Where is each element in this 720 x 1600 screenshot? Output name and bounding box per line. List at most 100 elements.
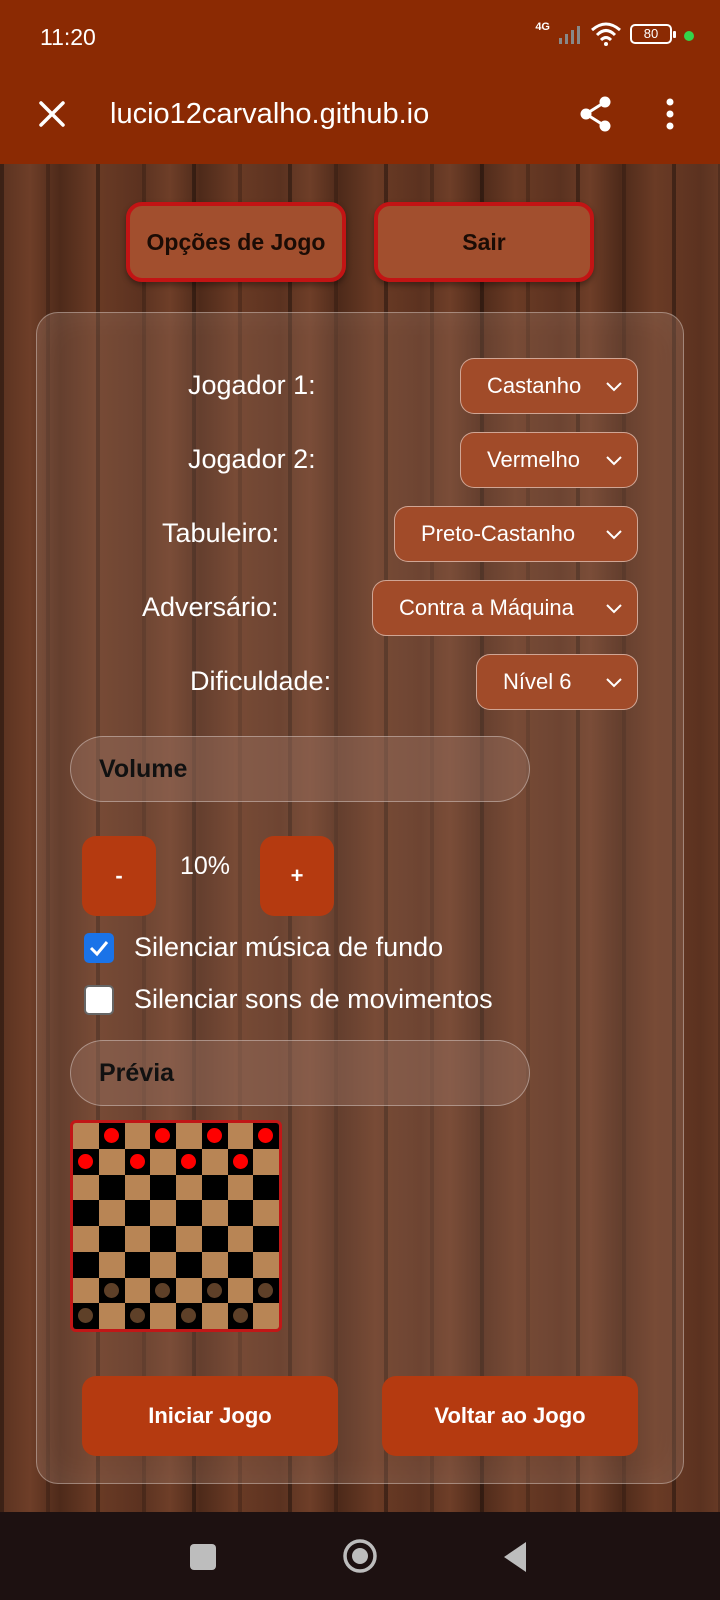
mute-music-checkbox[interactable] bbox=[84, 932, 114, 963]
board-square bbox=[124, 1303, 151, 1329]
opponent-value: Contra a Máquina bbox=[399, 595, 574, 620]
board-square bbox=[176, 1148, 202, 1175]
board-square bbox=[201, 1277, 228, 1304]
back-to-game-button[interactable]: Voltar ao Jogo bbox=[382, 1376, 638, 1456]
mute-music-label: Silenciar música de fundo bbox=[134, 932, 444, 962]
recents-icon[interactable] bbox=[190, 1544, 216, 1570]
brown-piece bbox=[155, 1282, 171, 1298]
board-square bbox=[124, 1251, 151, 1278]
board-square bbox=[98, 1200, 125, 1226]
board-square bbox=[201, 1174, 228, 1201]
status-bar: 11:20 4G 80 bbox=[0, 0, 720, 74]
checkmark-icon bbox=[89, 940, 109, 956]
opponent-select[interactable]: Contra a Máquina bbox=[372, 580, 638, 636]
share-icon[interactable] bbox=[574, 92, 618, 136]
board-square bbox=[150, 1200, 176, 1226]
volume-up-button[interactable]: + bbox=[260, 836, 334, 916]
red-piece bbox=[103, 1128, 119, 1143]
red-piece bbox=[78, 1153, 93, 1169]
difficulty-value: Nível 6 bbox=[503, 669, 572, 694]
board-square bbox=[253, 1200, 279, 1226]
player1-label: Jogador 1: bbox=[188, 370, 316, 400]
player2-value: Vermelho bbox=[487, 447, 580, 472]
board-square bbox=[253, 1148, 279, 1175]
system-nav-bar bbox=[0, 1512, 720, 1600]
volume-down-button[interactable]: - bbox=[82, 836, 156, 916]
exit-button[interactable]: Sair bbox=[374, 202, 594, 282]
chevron-down-icon bbox=[606, 530, 622, 540]
board-square bbox=[253, 1303, 279, 1329]
red-piece bbox=[129, 1153, 145, 1169]
board-square bbox=[176, 1174, 202, 1201]
board-square bbox=[227, 1174, 254, 1201]
chevron-down-icon bbox=[606, 456, 622, 466]
privacy-dot bbox=[684, 31, 694, 41]
board-square bbox=[150, 1303, 176, 1329]
browser-toolbar: lucio12carvalho.github.io bbox=[0, 74, 720, 164]
board-square bbox=[73, 1226, 99, 1252]
mute-music-option[interactable]: Silenciar música de fundo bbox=[84, 932, 443, 963]
difficulty-label: Dificuldade: bbox=[190, 666, 332, 696]
mute-moves-label: Silenciar sons de movimentos bbox=[134, 984, 493, 1014]
board-square bbox=[98, 1226, 125, 1252]
volume-value: 10% bbox=[180, 852, 231, 880]
board-square bbox=[227, 1277, 254, 1304]
board-square bbox=[124, 1174, 151, 1201]
board-square bbox=[150, 1226, 176, 1252]
board-square bbox=[73, 1123, 99, 1149]
board-square bbox=[98, 1251, 125, 1278]
wifi-icon bbox=[591, 22, 621, 46]
board-label: Tabuleiro: bbox=[162, 518, 280, 548]
volume-heading: Volume bbox=[70, 736, 530, 802]
board-square bbox=[201, 1123, 228, 1149]
signal-icon bbox=[559, 26, 580, 44]
board-square bbox=[227, 1200, 254, 1226]
preview-heading: Prévia bbox=[70, 1040, 530, 1106]
board-square bbox=[73, 1251, 99, 1278]
board-square bbox=[98, 1277, 125, 1304]
board-square bbox=[176, 1277, 202, 1304]
status-time: 11:20 bbox=[40, 24, 96, 50]
board-square bbox=[98, 1148, 125, 1175]
chevron-down-icon bbox=[606, 678, 622, 688]
more-options-icon[interactable] bbox=[648, 92, 692, 136]
player1-select[interactable]: Castanho bbox=[460, 358, 638, 414]
board-square bbox=[73, 1148, 99, 1175]
network-type: 4G bbox=[535, 21, 550, 33]
board-square bbox=[150, 1148, 176, 1175]
board-square bbox=[227, 1226, 254, 1252]
board-square bbox=[98, 1303, 125, 1329]
board-square bbox=[124, 1277, 151, 1304]
mute-moves-checkbox[interactable] bbox=[84, 984, 114, 1015]
red-piece bbox=[206, 1128, 222, 1143]
board-square bbox=[201, 1303, 228, 1329]
start-game-button[interactable]: Iniciar Jogo bbox=[82, 1376, 338, 1456]
board-square bbox=[73, 1174, 99, 1201]
board-square bbox=[150, 1277, 176, 1304]
board-square bbox=[176, 1226, 202, 1252]
chevron-down-icon bbox=[606, 604, 622, 614]
board-square bbox=[253, 1123, 279, 1149]
board-select[interactable]: Preto-Castanho bbox=[394, 506, 638, 562]
game-options-button[interactable]: Opções de Jogo bbox=[126, 202, 346, 282]
board-square bbox=[150, 1123, 176, 1149]
board-square bbox=[201, 1226, 228, 1252]
red-piece bbox=[232, 1153, 248, 1169]
back-icon[interactable] bbox=[500, 1540, 530, 1574]
board-square bbox=[227, 1303, 254, 1329]
brown-piece bbox=[181, 1308, 196, 1324]
board-square bbox=[227, 1148, 254, 1175]
page-url[interactable]: lucio12carvalho.github.io bbox=[110, 98, 429, 131]
board-square bbox=[176, 1123, 202, 1149]
close-icon[interactable] bbox=[32, 94, 72, 134]
board-square bbox=[73, 1303, 99, 1329]
player1-value: Castanho bbox=[487, 373, 582, 398]
board-square bbox=[124, 1226, 151, 1252]
board-square bbox=[253, 1277, 279, 1304]
board-square bbox=[176, 1303, 202, 1329]
brown-piece bbox=[129, 1308, 145, 1324]
player2-select[interactable]: Vermelho bbox=[460, 432, 638, 488]
home-icon[interactable] bbox=[342, 1538, 378, 1574]
difficulty-select[interactable]: Nível 6 bbox=[476, 654, 638, 710]
mute-moves-option[interactable]: Silenciar sons de movimentos bbox=[84, 984, 493, 1015]
